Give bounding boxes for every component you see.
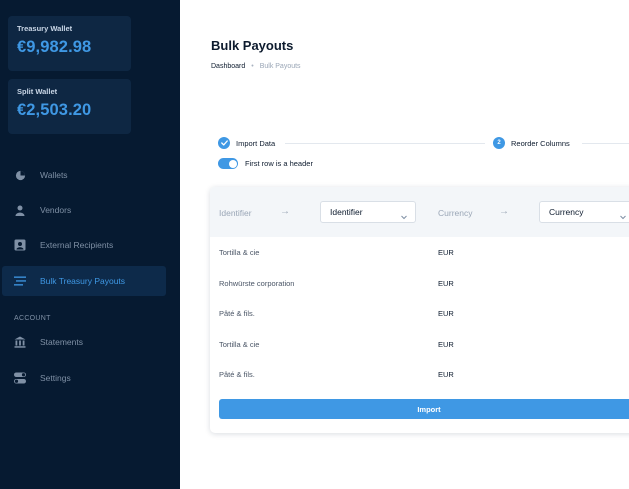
wallet-label: Split Wallet <box>17 87 58 96</box>
currency-cell: EUR <box>438 279 454 288</box>
check-icon <box>218 137 230 149</box>
select-value: Currency <box>549 207 584 217</box>
identifier-cell: Pâté & fils. <box>219 309 255 318</box>
column-mapping-card: Identifier → Identifier Currency → Curre… <box>210 187 629 433</box>
sidebar-item-label: Statements <box>40 337 83 347</box>
table-row: Tortilla & cie EUR <box>210 237 629 267</box>
step-label: Import Data <box>236 138 276 148</box>
arrow-right-icon: → <box>280 206 290 217</box>
identifier-cell: Tortilla & cie <box>219 340 260 349</box>
bank-icon <box>14 336 26 348</box>
sidebar-item-settings[interactable]: Settings <box>2 363 166 393</box>
header-row-toggle[interactable] <box>218 158 238 169</box>
account-section-label: ACCOUNT <box>14 315 51 322</box>
wallet-balance: €9,982.98 <box>17 38 92 56</box>
breadcrumb-separator: • <box>251 63 254 70</box>
sidebar-item-label: Wallets <box>40 170 68 180</box>
step-import-data[interactable]: Import Data <box>218 137 275 149</box>
list-icon <box>14 275 26 287</box>
sidebar-item-label: Bulk Treasury Payouts <box>40 276 126 286</box>
step-connector <box>285 143 485 144</box>
column-mapping-row: Identifier → Identifier Currency → Curre… <box>210 187 629 237</box>
import-button[interactable]: Import <box>219 399 629 419</box>
arrow-right-icon: → <box>499 206 509 217</box>
select-value: Identifier <box>330 207 363 217</box>
table-row: Pâté & fils. EUR <box>210 359 629 389</box>
toggles-icon <box>14 372 26 384</box>
breadcrumb-current: Bulk Payouts <box>259 63 301 70</box>
currency-cell: EUR <box>438 248 454 257</box>
sidebar-item-label: Settings <box>40 373 71 383</box>
sidebar: Treasury Wallet €9,982.98 Split Wallet €… <box>0 0 180 489</box>
currency-cell: EUR <box>438 309 454 318</box>
breadcrumb-dashboard-link[interactable]: Dashboard <box>211 63 245 70</box>
sidebar-item-statements[interactable]: Statements <box>2 327 166 357</box>
wallet-balance: €2,503.20 <box>17 101 92 119</box>
split-wallet-card[interactable]: Split Wallet €2,503.20 <box>8 79 131 134</box>
step-label: Reorder Columns <box>511 138 570 148</box>
sidebar-item-label: Vendors <box>40 205 72 215</box>
sidebar-item-bulk-treasury-payouts[interactable]: Bulk Treasury Payouts <box>2 266 166 296</box>
pie-chart-icon <box>14 169 26 181</box>
source-column-label: Currency <box>438 208 473 218</box>
currency-cell: EUR <box>438 370 454 379</box>
header-row-toggle-row: First row is a header <box>218 158 313 169</box>
table-row: Tortilla & cie EUR <box>210 329 629 359</box>
sidebar-item-external-recipients[interactable]: External Recipients <box>2 230 166 260</box>
breadcrumb: Dashboard • Bulk Payouts <box>211 63 301 70</box>
chevron-down-icon <box>400 208 408 226</box>
table-row: Pâté & fils. EUR <box>210 298 629 328</box>
sidebar-item-wallets[interactable]: Wallets <box>2 160 166 190</box>
step-number: 2 <box>493 137 505 149</box>
currency-select[interactable]: Currency <box>539 201 629 223</box>
sidebar-item-vendors[interactable]: Vendors <box>2 195 166 225</box>
source-column-label: Identifier <box>219 208 252 218</box>
step-connector <box>582 143 629 144</box>
sidebar-item-label: External Recipients <box>40 240 114 250</box>
header-row-toggle-label: First row is a header <box>245 159 313 168</box>
identifier-cell: Rohwürste corporation <box>219 279 295 288</box>
step-reorder-columns[interactable]: 2 Reorder Columns <box>493 137 570 149</box>
table-row: Rohwürste corporation EUR <box>210 268 629 298</box>
person-icon <box>14 204 26 216</box>
wallet-label: Treasury Wallet <box>17 24 73 33</box>
identifier-cell: Tortilla & cie <box>219 248 260 257</box>
contact-card-icon <box>14 239 26 251</box>
treasury-wallet-card[interactable]: Treasury Wallet €9,982.98 <box>8 16 131 71</box>
identifier-select[interactable]: Identifier <box>320 201 416 223</box>
chevron-down-icon <box>619 208 627 226</box>
page-title: Bulk Payouts <box>211 38 294 53</box>
identifier-cell: Pâté & fils. <box>219 370 255 379</box>
currency-cell: EUR <box>438 340 454 349</box>
import-button-label: Import <box>417 404 441 414</box>
